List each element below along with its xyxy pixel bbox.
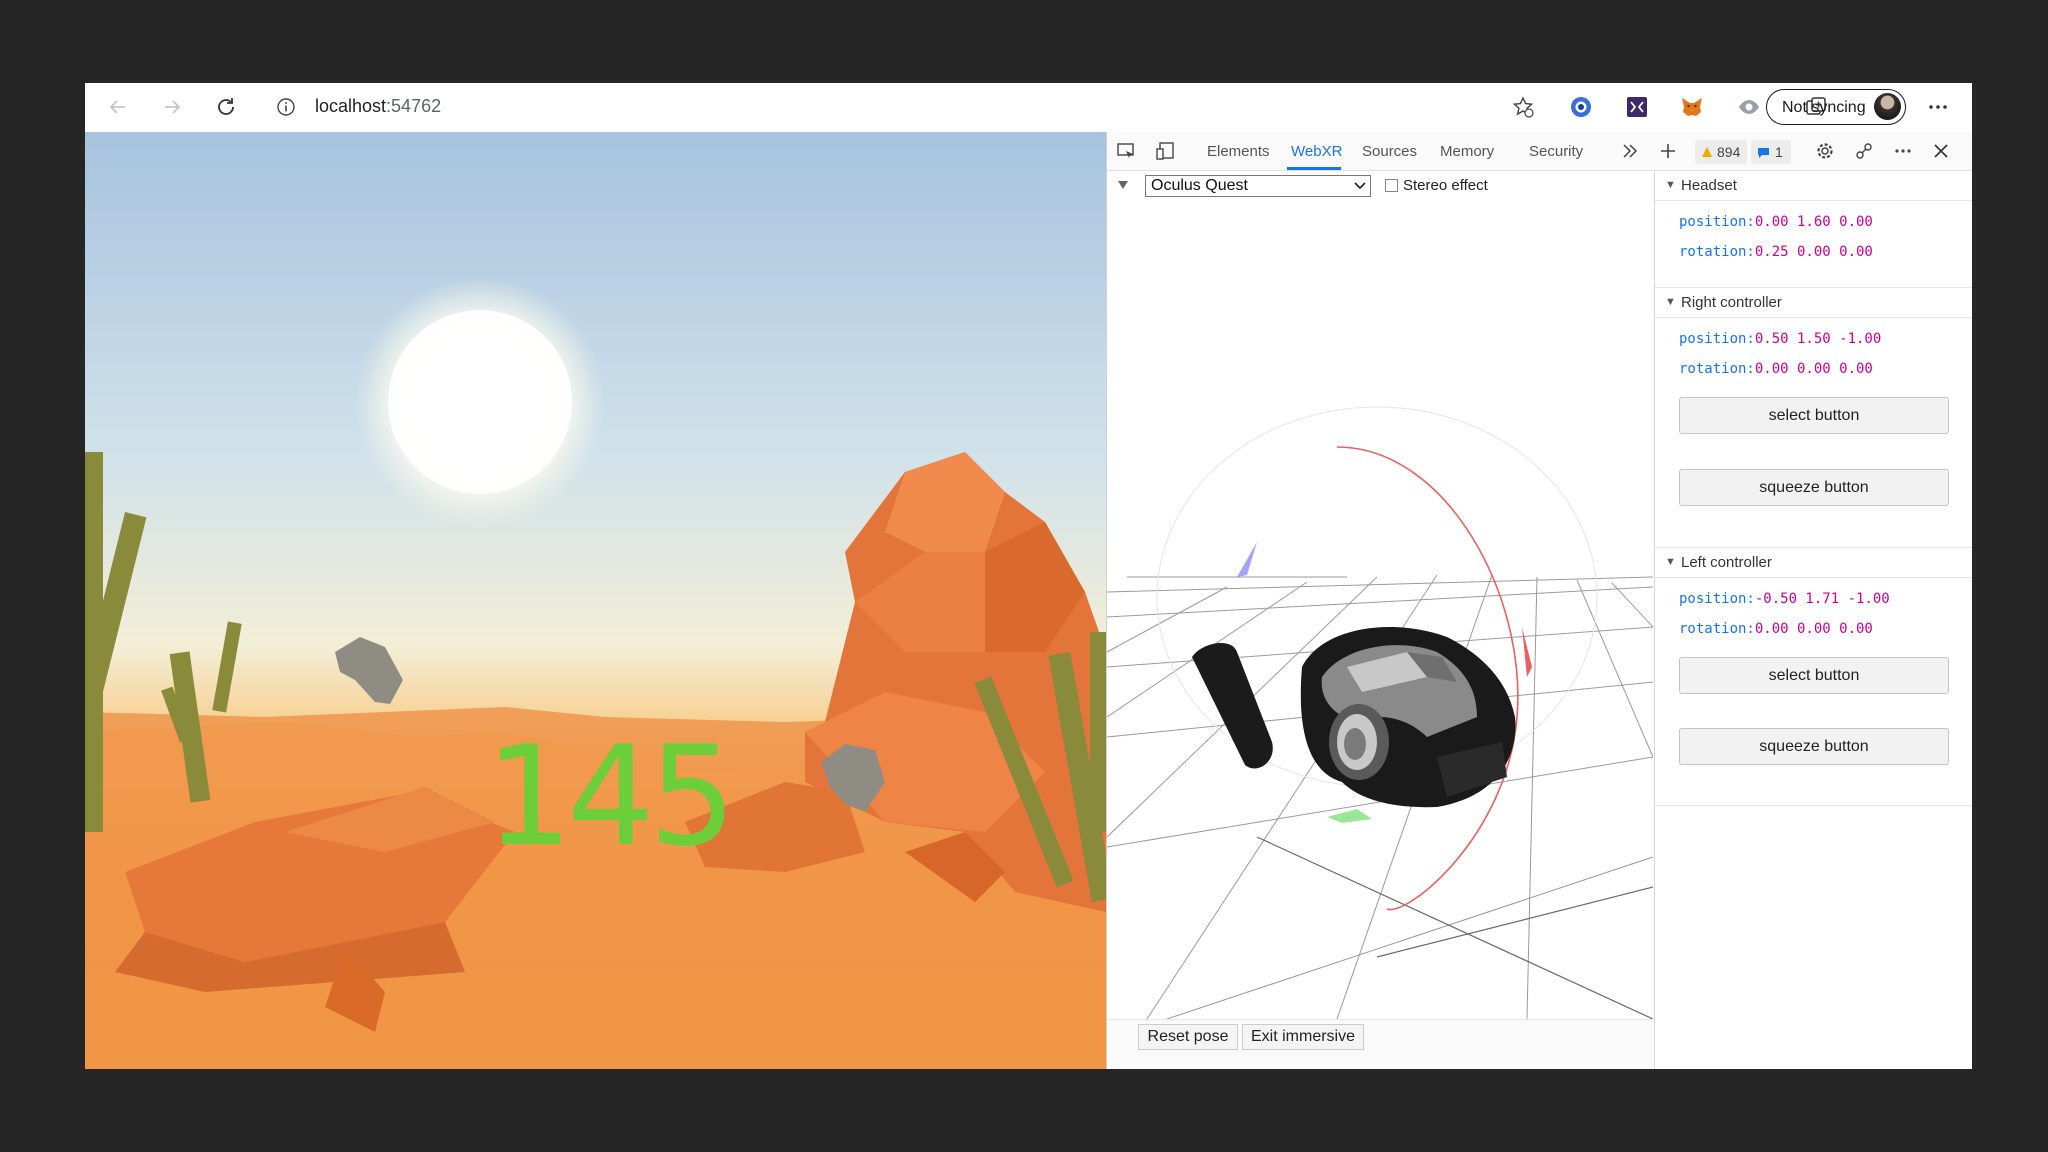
tab-sources[interactable]: Sources (1362, 143, 1417, 160)
section-divider (1655, 805, 1972, 806)
expand-triangle-icon: ▼ (1665, 556, 1676, 568)
webxr-device-pane: Oculus Quest Stereo effect Reset pose Ex… (1107, 171, 1653, 1069)
headset-section-header[interactable]: ▼ Headset (1655, 171, 1972, 201)
devtools-panel: Elements WebXR Sources Memory Security 8… (1106, 132, 1972, 1069)
webxr-extension-icon[interactable] (1624, 94, 1650, 120)
messages-count: 1 (1775, 144, 1783, 160)
xr-3d-viewport[interactable] (1107, 197, 1653, 1019)
add-tab-plus-icon[interactable] (1657, 140, 1679, 162)
tab-webxr[interactable]: WebXR (1291, 143, 1342, 160)
headset-section-title: Headset (1681, 177, 1737, 194)
inspect-element-icon[interactable] (1115, 140, 1137, 162)
stereo-effect-label: Stereo effect (1403, 177, 1488, 194)
feedback-icon[interactable] (1853, 140, 1875, 162)
tab-security[interactable]: Security (1529, 143, 1583, 160)
rotation-value: 0.00 0.00 0.00 (1754, 361, 1873, 377)
profile-avatar (1874, 93, 1901, 120)
left-controller-position[interactable]: position:-0.50 1.71 -1.00 (1679, 591, 1890, 607)
refresh-icon (218, 98, 234, 115)
score-counter: 145 (485, 716, 736, 877)
profile-sync-button[interactable]: Not syncing (1766, 89, 1906, 125)
browser-menu-icon[interactable] (1925, 94, 1951, 120)
metamask-fox-icon[interactable] (1679, 94, 1705, 120)
exit-immersive-button[interactable]: Exit immersive (1242, 1024, 1364, 1050)
settings-gear-icon[interactable] (1814, 140, 1836, 162)
forward-arrow-icon (165, 100, 181, 114)
webxr-scene-canvas[interactable]: 145 (85, 132, 1106, 1069)
left-controller-title: Left controller (1681, 554, 1772, 571)
eye-extension-icon[interactable] (1736, 94, 1762, 120)
back-arrow-icon (109, 100, 125, 114)
site-info-icon[interactable] (275, 96, 297, 118)
right-controller-rotation[interactable]: rotation:0.00 0.00 0.00 (1679, 361, 1873, 377)
url-host: localhost (315, 96, 387, 116)
right-select-button[interactable]: select button (1679, 397, 1949, 434)
right-controller-position[interactable]: position:0.50 1.50 -1.00 (1679, 331, 1881, 347)
right-squeeze-button[interactable]: squeeze button (1679, 469, 1949, 506)
warnings-count: 894 (1717, 144, 1741, 160)
pose-inspector-pane: ▼ Headset position:0.00 1.60 0.00 rotati… (1654, 171, 1972, 1069)
warnings-badge[interactable]: 894 (1695, 140, 1747, 164)
chevron-down-icon (1354, 182, 1366, 190)
active-tab-indicator (1287, 167, 1341, 170)
url-port: :54762 (386, 96, 442, 116)
position-label: position: (1679, 331, 1755, 347)
rotation-value: 0.25 0.00 0.00 (1754, 244, 1873, 260)
browser-toolbar: localhost:54762 Not syncing (85, 83, 1972, 132)
tab-elements[interactable]: Elements (1207, 143, 1270, 160)
position-value: 0.50 1.50 -1.00 (1754, 331, 1882, 347)
pose-actions-bar: Reset pose Exit immersive (1107, 1019, 1653, 1069)
position-label: position: (1679, 214, 1755, 230)
devtools-menu-icon[interactable] (1892, 140, 1914, 162)
rotation-label: rotation: (1679, 244, 1755, 260)
device-toolbar: Oculus Quest Stereo effect (1107, 171, 1653, 197)
device-select-value: Oculus Quest (1151, 177, 1248, 194)
sync-status-label: Not syncing (1782, 99, 1866, 116)
device-emulation-icon[interactable] (1154, 140, 1176, 162)
browser-window: localhost:54762 Not syncing 145 Elements… (85, 83, 1972, 1069)
device-select[interactable]: Oculus Quest (1145, 175, 1371, 197)
rotation-label: rotation: (1679, 621, 1755, 637)
refresh-button[interactable] (211, 92, 241, 122)
favorites-add-icon[interactable] (1510, 94, 1536, 120)
url-text[interactable]: localhost:54762 (315, 96, 441, 117)
forward-button[interactable] (157, 92, 187, 122)
left-squeeze-button[interactable]: squeeze button (1679, 728, 1949, 765)
warning-triangle-icon (1702, 147, 1712, 157)
rotation-value: 0.00 0.00 0.00 (1754, 621, 1873, 637)
reset-pose-button[interactable]: Reset pose (1138, 1024, 1238, 1050)
close-devtools-icon[interactable] (1930, 140, 1952, 162)
position-value: -0.50 1.71 -1.00 (1754, 591, 1890, 607)
right-controller-title: Right controller (1681, 294, 1782, 311)
position-value: 0.00 1.60 0.00 (1754, 214, 1873, 230)
stereo-effect-checkbox[interactable] (1385, 179, 1398, 192)
extension-blue-icon[interactable] (1568, 94, 1594, 120)
right-controller-section-header[interactable]: ▼ Right controller (1655, 287, 1972, 318)
left-controller-section-header[interactable]: ▼ Left controller (1655, 547, 1972, 578)
headset-position[interactable]: position:0.00 1.60 0.00 (1679, 214, 1873, 230)
messages-badge[interactable]: 1 (1751, 140, 1791, 164)
left-select-button[interactable]: select button (1679, 657, 1949, 694)
tab-memory[interactable]: Memory (1440, 143, 1494, 160)
stereo-effect-toggle[interactable]: Stereo effect (1385, 177, 1488, 194)
rotation-label: rotation: (1679, 361, 1755, 377)
expand-triangle-icon: ▼ (1665, 296, 1676, 308)
devtools-tab-bar: Elements WebXR Sources Memory Security 8… (1107, 132, 1972, 171)
more-tabs-chevron-icon[interactable] (1619, 140, 1641, 162)
address-bar[interactable] (263, 89, 1553, 126)
back-button[interactable] (103, 92, 133, 122)
left-controller-rotation[interactable]: rotation:0.00 0.00 0.00 (1679, 621, 1873, 637)
expand-triangle-icon: ▼ (1665, 179, 1676, 191)
headset-rotation[interactable]: rotation:0.25 0.00 0.00 (1679, 244, 1873, 260)
position-label: position: (1679, 591, 1755, 607)
collapse-triangle-icon[interactable] (1117, 180, 1129, 190)
message-bubble-icon (1758, 148, 1769, 158)
